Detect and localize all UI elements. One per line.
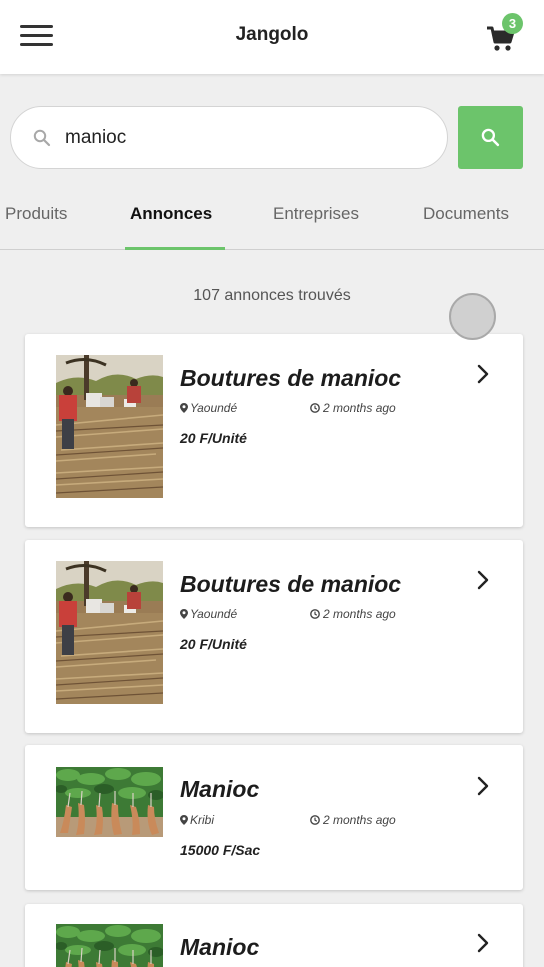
listing-image	[56, 561, 163, 704]
listing-location: Yaoundé	[180, 401, 237, 415]
search-bar	[10, 106, 448, 169]
clock-icon	[310, 609, 320, 619]
listing-card[interactable]: Manioc	[25, 904, 523, 967]
chevron-right-icon[interactable]	[477, 776, 489, 796]
listing-title: Boutures de manioc	[180, 571, 402, 597]
tab-entreprises[interactable]: Entreprises	[273, 204, 359, 224]
listing-title: Boutures de manioc	[180, 365, 402, 391]
listing-card[interactable]: Manioc Kribi 2 months ago 15000 F/Sac	[25, 745, 523, 890]
chevron-right-icon[interactable]	[477, 570, 489, 590]
search-button[interactable]	[458, 106, 523, 169]
listing-title: Manioc	[180, 934, 260, 960]
search-input[interactable]	[65, 121, 435, 155]
chevron-right-icon[interactable]	[477, 933, 489, 953]
listing-image	[56, 767, 163, 837]
cart-button[interactable]: 3	[486, 13, 526, 56]
tab-documents[interactable]: Documents	[423, 204, 509, 224]
tab-annonces[interactable]: Annonces	[130, 204, 212, 224]
listing-price: 20 F/Unité	[180, 430, 247, 446]
listing-image	[56, 924, 163, 967]
listing-location: Yaoundé	[180, 607, 237, 621]
top-app-bar: Jangolo 3	[0, 0, 544, 74]
listing-price: 15000 F/Sac	[180, 842, 261, 858]
chevron-right-icon[interactable]	[477, 364, 489, 384]
listing-price: 20 F/Unité	[180, 636, 247, 652]
search-icon	[33, 129, 51, 147]
listing-time: 2 months ago	[310, 813, 396, 827]
listing-card[interactable]: Boutures de manioc Yaoundé 2 months ago …	[25, 540, 523, 733]
listing-card[interactable]: Boutures de manioc Yaoundé 2 months ago …	[25, 334, 523, 527]
app-title: Jangolo	[235, 24, 309, 45]
app-screen: Jangolo 3 Produits Annonces Entreprises	[0, 0, 544, 967]
listing-image	[56, 355, 163, 498]
listing-time: 2 months ago	[310, 607, 396, 621]
location-pin-icon	[180, 609, 188, 619]
search-icon	[481, 128, 500, 147]
active-tab-indicator	[125, 247, 225, 250]
cart-count-badge: 3	[502, 13, 523, 34]
clock-icon	[310, 403, 320, 413]
location-pin-icon	[180, 403, 188, 413]
listing-title: Manioc	[180, 776, 260, 802]
listing-time: 2 months ago	[310, 401, 396, 415]
listing-location: Kribi	[180, 813, 214, 827]
clock-icon	[310, 815, 320, 825]
tab-produits[interactable]: Produits	[5, 204, 67, 224]
category-tabs: Produits Annonces Entreprises Documents	[0, 188, 544, 250]
floating-touch-indicator[interactable]	[449, 293, 496, 340]
location-pin-icon	[180, 815, 188, 825]
